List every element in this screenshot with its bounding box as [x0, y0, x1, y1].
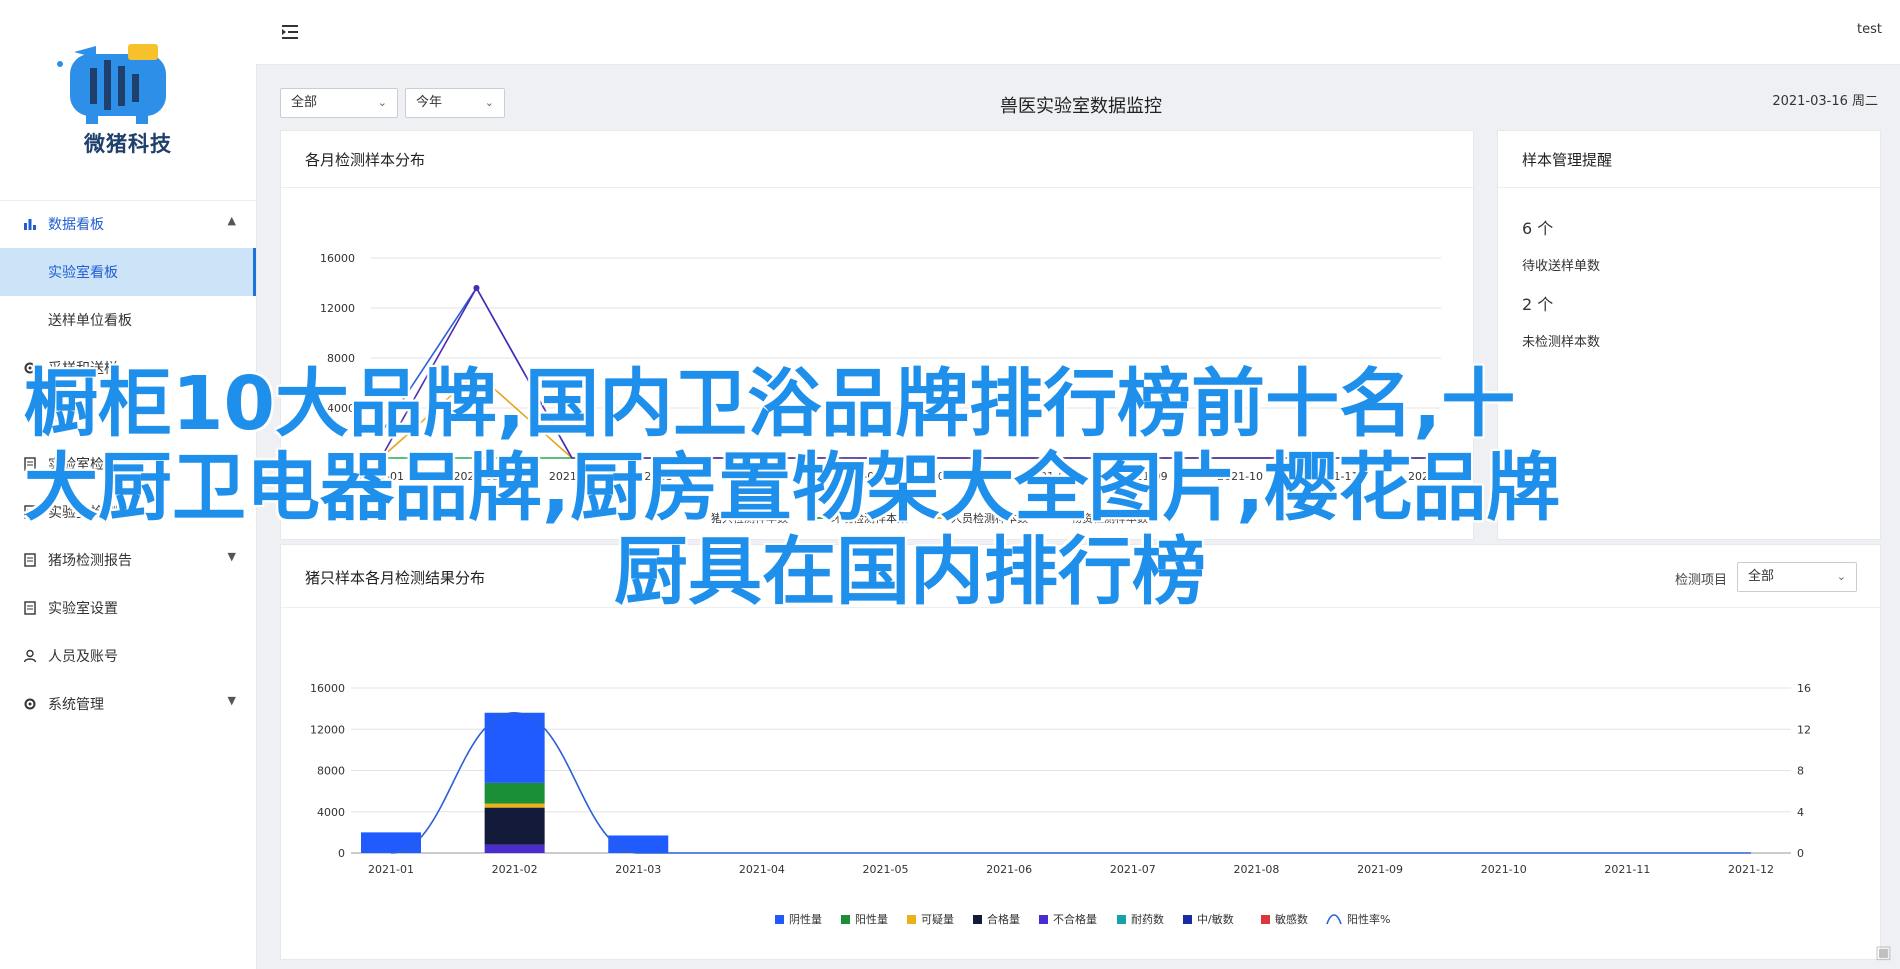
bar-segment	[484, 712, 545, 783]
y2-tick-label: 0	[1797, 847, 1804, 860]
sidebar-item-label: 人员及账号	[48, 649, 118, 665]
untested-samples-value: 2 个	[1522, 295, 1554, 314]
y-tick-label: 16000	[310, 682, 345, 695]
legend-swatch	[907, 915, 916, 924]
bar-segment	[608, 835, 669, 853]
y-tick-label: 8000	[317, 765, 345, 778]
bar-segment	[484, 807, 545, 845]
legend-label: 合格量	[987, 912, 1020, 926]
legend-swatch	[1117, 915, 1126, 924]
legend-label: 阳性量	[855, 912, 888, 926]
chart-bar-icon	[22, 216, 38, 232]
card-title: 样本管理提醒	[1522, 151, 1613, 169]
corner-watermark-logo: ▣	[1874, 942, 1892, 963]
chevron-up-icon: ▲	[227, 214, 236, 227]
chevron-down-icon: ▼	[227, 694, 236, 707]
menu-collapse-icon[interactable]	[280, 22, 300, 42]
legend-swatch	[973, 915, 982, 924]
legend-label: 敏感数	[1275, 912, 1308, 926]
legend-label: 阳性率%	[1347, 912, 1390, 926]
x-tick-label: 2021-02	[492, 863, 538, 876]
sidebar-item-label: 送样单位看板	[48, 313, 132, 329]
logo: 微猪科技	[0, 0, 256, 201]
user-icon	[22, 648, 38, 664]
logo-text: 微猪科技	[84, 132, 172, 156]
legend-swatch	[1261, 915, 1270, 924]
y-tick-label: 16000	[320, 252, 355, 265]
scope-select-value: 全部	[291, 95, 318, 110]
sidebar-item-unit-dashboard[interactable]: 送样单位看板	[0, 296, 256, 344]
legend-label: 可疑量	[921, 913, 954, 926]
x-tick-label: 2021-11	[1604, 863, 1650, 876]
pig-logo-icon	[57, 44, 166, 124]
legend-label: 不合格量	[1053, 912, 1097, 926]
current-date: 2021-03-16 周二	[1772, 94, 1878, 109]
pending-orders-label: 待收送样单数	[1522, 259, 1601, 274]
x-tick-label: 2021-06	[986, 863, 1032, 876]
sidebar-item-label: 系统管理	[48, 697, 104, 713]
pig-results-chart: 0 0 4000 4 8000 8 12000 12 16000 16 2021-01 2021-02…	[310, 682, 1811, 926]
y2-tick-label: 16	[1797, 682, 1811, 695]
sidebar-item-dashboard[interactable]: 数据看板 ▲	[0, 200, 256, 248]
untested-samples-label: 未检测样本数	[1522, 335, 1601, 350]
legend-label: 阴性量	[789, 912, 822, 926]
y-tick-label: 12000	[310, 723, 345, 736]
legend-swatch	[1183, 915, 1192, 924]
chevron-down-icon: ⌄	[377, 96, 387, 109]
x-tick-label: 2021-10	[1481, 863, 1527, 876]
legend-swatch	[1326, 914, 1342, 925]
sidebar-item-label: 实验室看板	[48, 265, 118, 281]
legend-label: 耐药数	[1131, 913, 1164, 926]
chevron-down-icon: ⌄	[484, 96, 494, 109]
legend-swatch	[841, 915, 850, 924]
card-title: 各月检测样本分布	[305, 151, 426, 169]
sidebar-item-lab-dashboard[interactable]: 实验室看板	[0, 248, 256, 296]
legend-swatch	[1039, 915, 1048, 924]
topbar: test	[256, 0, 1900, 65]
app-root: 微猪科技 数据看板 ▲ 实验室看板 送样单位看板 采样和送样 检测 实验室检测报…	[0, 0, 1900, 969]
legend-label: 中/敏数	[1197, 912, 1234, 926]
scope-select[interactable]: 全部 ⌄	[280, 88, 398, 118]
bar-segment	[484, 844, 545, 853]
overlay-headline: 橱柜10大品牌,国内卫浴品牌排行榜前十名,十 大厨卫电器品牌,厨房置物架大全图片…	[24, 362, 1854, 614]
divider	[1498, 187, 1880, 188]
y-tick-label: 0	[338, 847, 345, 860]
positive-rate-line	[390, 711, 1751, 854]
page-title: 兽医实验室数据监控	[1000, 96, 1162, 117]
x-tick-label: 2021-12	[1728, 863, 1774, 876]
sidebar-item-label: 数据看板	[48, 217, 104, 233]
overlay-line-2: 大厨卫电器品牌,厨房置物架大全图片,樱花品牌	[24, 445, 1561, 531]
data-point	[473, 285, 480, 291]
x-tick-label: 2021-03	[615, 863, 661, 876]
bar-segment	[361, 832, 421, 853]
gear-icon	[22, 696, 38, 712]
y2-tick-label: 4	[1797, 806, 1804, 819]
sidebar-item-system[interactable]: 系统管理 ▼	[0, 680, 256, 728]
pending-orders-value: 6 个	[1522, 219, 1554, 238]
y-tick-label: 4000	[317, 806, 345, 819]
bar-segment	[484, 803, 545, 808]
period-select[interactable]: 今年 ⌄	[405, 88, 505, 118]
legend-swatch	[775, 915, 784, 924]
x-tick-label: 2021-05	[863, 863, 909, 876]
bar-segment	[484, 782, 545, 804]
y-tick-label: 12000	[320, 302, 355, 315]
x-tick-label: 2021-04	[739, 863, 785, 876]
y2-tick-label: 8	[1797, 765, 1804, 778]
sidebar-item-accounts[interactable]: 人员及账号	[0, 632, 256, 680]
x-tick-label: 2021-01	[368, 863, 414, 876]
user-name[interactable]: test	[1857, 22, 1882, 37]
period-select-value: 今年	[416, 95, 443, 110]
overlay-line-3: 厨具在国内排行榜	[614, 529, 1206, 615]
x-tick-label: 2021-07	[1110, 863, 1156, 876]
x-tick-label: 2021-09	[1357, 863, 1403, 876]
overlay-line-1: 橱柜10大品牌,国内卫浴品牌排行榜前十名,十	[24, 361, 1516, 447]
y2-tick-label: 12	[1797, 723, 1811, 736]
x-tick-label: 2021-08	[1233, 863, 1279, 876]
